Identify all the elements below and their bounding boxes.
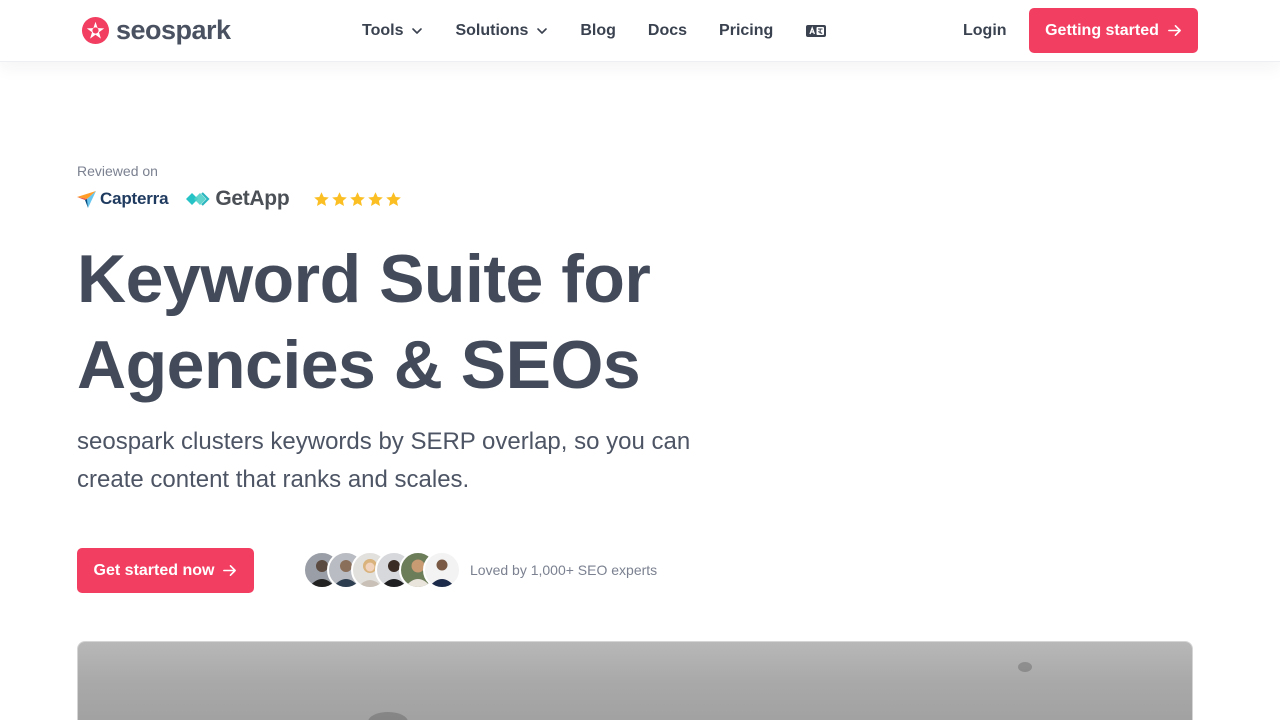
nav-solutions[interactable]: Solutions (455, 19, 548, 43)
capterra-badge[interactable]: Capterra (77, 189, 169, 209)
nav-pricing-label: Pricing (719, 22, 774, 39)
nav-docs-label: Docs (647, 22, 688, 39)
brand-name: seospark (116, 15, 231, 45)
nav-solutions-label: Solutions (455, 22, 529, 39)
nav-blog-label: Blog (580, 22, 616, 39)
spark-logo-icon (81, 16, 110, 44)
site-header: seospark Tools Solutions Blog Docs Prici… (0, 0, 1280, 62)
video-frame-shape (368, 712, 408, 720)
video-frame-shape (1018, 662, 1032, 672)
arrow-right-icon (223, 565, 237, 576)
getting-started-label: Getting started (1045, 21, 1159, 39)
language-switcher[interactable] (805, 23, 827, 39)
hero-video-preview[interactable] (77, 641, 1193, 720)
star-icon (350, 191, 366, 206)
main-nav: Tools Solutions Blog Docs Pricing (362, 19, 859, 43)
avatar (423, 551, 461, 589)
chevron-down-icon (412, 28, 423, 34)
capterra-name: Capterra (100, 189, 169, 208)
login-link[interactable]: Login (963, 19, 1007, 43)
chevron-down-icon (537, 28, 548, 34)
get-started-now-button[interactable]: Get started now (77, 548, 254, 593)
star-icon (368, 191, 384, 206)
brand-logo[interactable]: seospark (81, 15, 231, 45)
capterra-logo-icon (77, 191, 96, 208)
nav-pricing[interactable]: Pricing (719, 19, 773, 43)
star-icon (332, 191, 348, 206)
arrow-right-icon (1167, 25, 1181, 36)
nav-tools[interactable]: Tools (362, 19, 423, 43)
getapp-badge[interactable]: GetApp (184, 187, 290, 211)
headline-line-1: Keyword Suite for (77, 241, 651, 317)
getting-started-button[interactable]: Getting started (1029, 8, 1198, 53)
star-rating (313, 191, 402, 208)
language-icon (806, 25, 827, 37)
nav-tools-label: Tools (362, 22, 404, 39)
get-started-now-label: Get started now (93, 561, 215, 579)
expert-avatars (303, 551, 461, 589)
review-badges: Capterra GetApp (77, 186, 402, 212)
star-icon (314, 191, 330, 206)
getapp-logo-icon (186, 192, 210, 206)
hero-headline: Keyword Suite for Agencies & SEOs (77, 236, 717, 408)
social-proof-text: Loved by 1,000+ SEO experts (470, 562, 658, 578)
nav-blog[interactable]: Blog (580, 19, 616, 43)
star-icon (386, 191, 402, 206)
getapp-name: GetApp (215, 187, 290, 210)
hero-subtext: seospark clusters keywords by SERP overl… (77, 428, 691, 493)
headline-line-2: Agencies & SEOs (77, 327, 641, 403)
nav-docs[interactable]: Docs (648, 19, 687, 43)
reviewed-on-label: Reviewed on (77, 163, 158, 179)
